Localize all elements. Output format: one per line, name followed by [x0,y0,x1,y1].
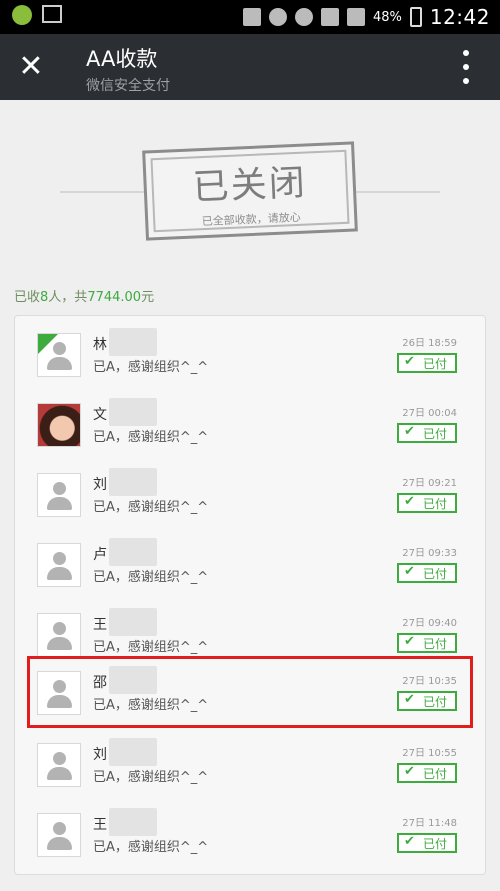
profile-photo [38,404,80,446]
page-subtitle: 微信安全支付 [86,78,170,94]
battery-icon [409,7,422,27]
paid-badge: 已付 [397,353,457,373]
payer-message: 已A，感谢组织^_^ [93,500,209,515]
payer-message: 已A，感谢组织^_^ [93,570,209,585]
avatar [37,613,81,657]
stamp-title: 已关闭 [191,162,308,209]
payer-name: 文 [93,407,107,423]
summary-mid: 人，共 [48,290,88,305]
payer-message: 已A，感谢组织^_^ [93,360,209,375]
page-title: AA收款 [86,47,158,71]
default-avatar-icon [53,552,66,565]
app-notification-icon [12,5,32,25]
payment-time: 27日 00:04 [402,408,457,419]
summary-suffix: 元 [141,290,155,305]
list-item[interactable]: 刘 已A，感谢组织^_^ 27日 09:21 已付 [15,464,485,526]
payment-records-list: 林 已A，感谢组织^_^ 26日 18:59 已付 文 已A，感谢组织^_^ 2… [14,315,486,875]
payer-name: 林 [93,337,107,353]
avatar [37,333,81,377]
list-item[interactable]: 卢 已A，感谢组织^_^ 27日 09:33 已付 [15,534,485,596]
list-item[interactable]: 林 已A，感谢组织^_^ 26日 18:59 已付 [15,324,485,386]
default-avatar-body [47,837,72,850]
default-avatar-body [47,767,72,780]
sim-icon [320,8,339,26]
payment-time: 27日 11:48 [402,818,457,829]
payment-time: 27日 10:55 [402,748,457,759]
wechat-badge-icon [38,334,58,354]
battery-percent: 48% [372,9,402,25]
avatar [37,543,81,587]
more-vertical-icon-dot [463,78,469,84]
redacted-name [109,808,157,836]
paid-badge: 已付 [397,763,457,783]
redacted-name [109,608,157,636]
redacted-name [109,468,157,496]
paid-badge: 已付 [397,423,457,443]
more-vertical-icon-dot [463,64,469,70]
list-item[interactable]: 刘 已A，感谢组织^_^ 27日 10:55 已付 [15,734,485,796]
collection-summary: 已收8人，共7744.00元 [14,286,154,305]
default-avatar-body [47,637,72,650]
close-icon: ✕ [18,49,44,84]
system-status: 48% 12:42 [242,5,490,29]
more-options-button[interactable] [456,50,476,84]
paid-badge: 已付 [397,563,457,583]
payment-time: 27日 09:40 [402,618,457,629]
default-avatar-body [47,497,72,510]
avatar [37,813,81,857]
default-avatar-icon [53,822,66,835]
paid-badge: 已付 [397,633,457,653]
highlight-box [27,656,473,728]
closed-stamp: 已关闭 已全部收款，请放心 [142,141,358,241]
payment-time: 27日 09:33 [402,548,457,559]
avatar [37,743,81,787]
payer-message: 已A，感谢组织^_^ [93,840,209,855]
image-notification-icon [42,5,62,23]
redacted-name [109,738,157,766]
clock: 12:42 [429,5,490,29]
payment-time: 26日 18:59 [402,338,457,349]
default-avatar-icon [53,752,66,765]
paid-badge: 已付 [397,493,457,513]
redacted-name [109,328,157,356]
status-bar: 48% 12:42 [0,0,500,34]
wifi-icon [294,8,313,26]
mute-icon [242,8,261,26]
alarm-icon [268,8,287,26]
divider-right [356,191,440,193]
list-item[interactable]: 王 已A，感谢组织^_^ 27日 11:48 已付 [15,804,485,866]
summary-amount: 7744.00 [87,290,142,305]
avatar [37,403,81,447]
default-avatar-icon [53,622,66,635]
payer-name: 王 [93,617,107,633]
payer-message: 已A，感谢组织^_^ [93,640,209,655]
default-avatar-icon [53,482,66,495]
payer-name: 刘 [93,477,107,493]
payer-message: 已A，感谢组织^_^ [93,430,209,445]
redacted-name [109,398,157,426]
payer-name: 刘 [93,747,107,763]
notification-icons [12,5,62,25]
list-item[interactable]: 文 已A，感谢组织^_^ 27日 00:04 已付 [15,394,485,456]
divider-left [60,191,144,193]
avatar [37,473,81,517]
default-avatar-body [47,357,72,370]
summary-prefix: 已收 [14,290,41,305]
signal-icon [346,8,365,26]
payer-name: 卢 [93,547,107,563]
app-bar: ✕ AA收款 微信安全支付 [0,34,500,100]
more-vertical-icon-dot [463,50,469,56]
paid-badge: 已付 [397,833,457,853]
redacted-name [109,538,157,566]
payment-time: 27日 09:21 [402,478,457,489]
close-button[interactable]: ✕ [14,50,48,84]
payer-name: 王 [93,817,107,833]
default-avatar-body [47,567,72,580]
payer-message: 已A，感谢组织^_^ [93,770,209,785]
